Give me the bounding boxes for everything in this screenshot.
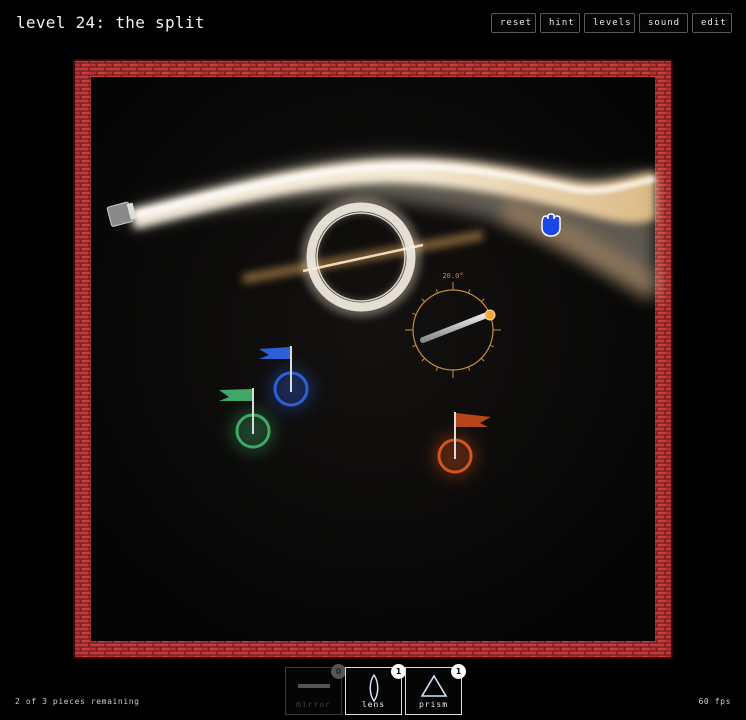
pieces-remaining: 2 of 3 pieces remaining <box>15 697 140 706</box>
level-title: level 24: the split <box>16 13 205 32</box>
tray-lens[interactable]: 1 lens <box>345 664 406 715</box>
levels-button[interactable]: levels <box>584 13 635 33</box>
tray-prism[interactable]: 1 prism <box>405 664 466 715</box>
tray-prism-label: prism <box>418 700 449 709</box>
rotation-handle[interactable] <box>484 309 496 321</box>
hint-button[interactable]: hint <box>540 13 580 33</box>
grab-hand-icon <box>541 213 561 237</box>
tray-mirror-label: mirror <box>296 700 331 709</box>
fps-counter: 60 fps <box>698 697 731 706</box>
game-board[interactable]: 20.0° <box>73 59 673 659</box>
reset-button[interactable]: reset <box>491 13 536 33</box>
sound-button[interactable]: sound <box>639 13 688 33</box>
board-canvas[interactable]: 20.0° <box>73 59 673 659</box>
top-nav: reset hint levels sound edit <box>491 13 732 33</box>
tray-mirror-count: 0 <box>331 664 346 679</box>
mirror-icon <box>297 684 330 688</box>
tray-lens-count: 1 <box>391 664 406 679</box>
lens-icon <box>369 674 378 702</box>
edit-button[interactable]: edit <box>692 13 732 33</box>
tray-mirror[interactable]: 0 mirror <box>285 664 346 715</box>
tray-prism-count: 1 <box>451 664 466 679</box>
prism-icon <box>420 674 447 697</box>
rotation-readout: 20.0° <box>442 272 463 280</box>
